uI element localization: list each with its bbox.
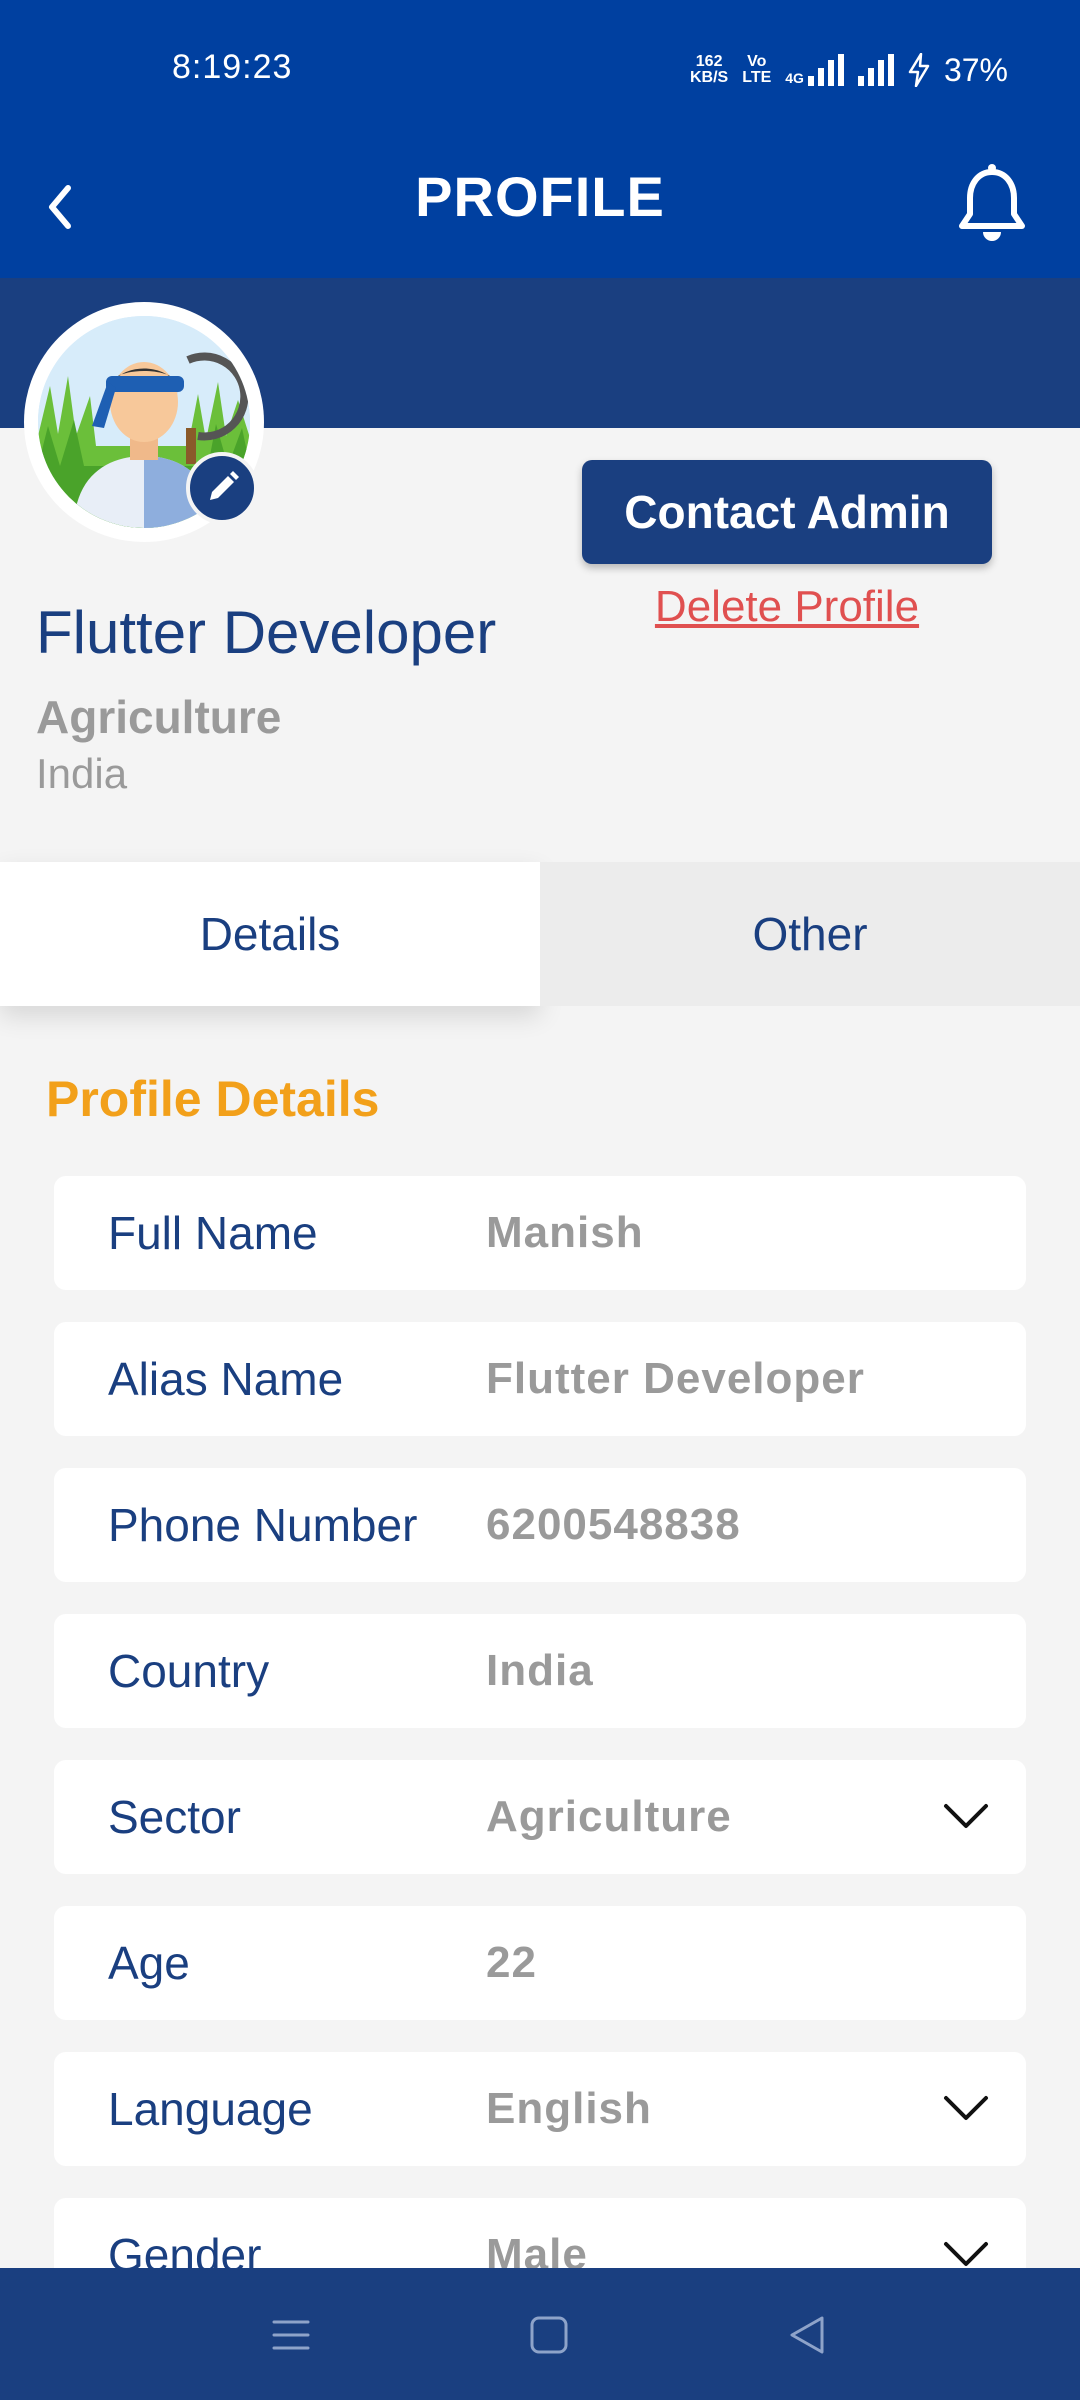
home-button[interactable] <box>524 2310 574 2360</box>
field-language-dropdown[interactable]: Language English <box>54 2052 1026 2166</box>
field-label: Alias Name <box>108 1353 344 1405</box>
profile-sector: Agriculture <box>36 691 282 743</box>
chevron-down-icon[interactable] <box>942 2088 990 2128</box>
field-value[interactable]: 6200548838 <box>486 1500 741 1550</box>
field-sector-dropdown[interactable]: Sector Agriculture <box>54 1760 1026 1874</box>
section-title: Profile Details <box>46 1071 380 1127</box>
notifications-button[interactable] <box>952 160 1032 250</box>
field-value[interactable]: Flutter Developer <box>486 1354 865 1404</box>
tab-details[interactable]: Details <box>0 862 540 1006</box>
charging-icon <box>908 53 930 87</box>
status-icons: 162 KB/S Vo LTE 4G 37% <box>690 50 1008 90</box>
signal-bars-icon <box>857 54 894 86</box>
back-triangle-icon <box>790 2316 824 2354</box>
recents-button[interactable] <box>266 2310 316 2360</box>
field-value[interactable]: 22 <box>486 1938 537 1988</box>
field-age[interactable]: Age 22 <box>54 1906 1026 2020</box>
field-label: Age <box>108 1937 190 1989</box>
network-speed-unit: KB/S <box>690 69 729 86</box>
field-full-name[interactable]: Full Name Manish <box>54 1176 1026 1290</box>
field-alias-name[interactable]: Alias Name Flutter Developer <box>54 1322 1026 1436</box>
network-type-label: 4G <box>785 70 804 86</box>
field-country[interactable]: Country India <box>54 1614 1026 1728</box>
status-time: 8:19:23 <box>172 48 293 86</box>
field-value[interactable]: English <box>486 2084 652 2134</box>
field-value[interactable]: India <box>486 1646 594 1696</box>
field-label: Phone Number <box>108 1499 418 1551</box>
system-nav-bar <box>0 2268 1080 2400</box>
page-title: PROFILE <box>415 165 665 228</box>
signal-4g-icon: 4G <box>785 54 844 86</box>
battery-percent: 37% <box>943 51 1008 88</box>
system-back-button[interactable] <box>782 2310 832 2360</box>
home-square-icon <box>530 2316 568 2354</box>
network-speed-value: 162 <box>695 53 723 70</box>
field-value[interactable]: Agriculture <box>486 1792 732 1842</box>
volte-top: Vo <box>747 53 767 70</box>
bell-icon <box>959 164 1025 241</box>
profile-name: Flutter Developer <box>36 599 497 666</box>
edit-avatar-button[interactable] <box>186 452 258 524</box>
field-label: Sector <box>108 1791 241 1843</box>
field-label: Full Name <box>108 1207 318 1259</box>
contact-admin-button[interactable]: Contact Admin <box>582 460 992 564</box>
volte-indicator: Vo LTE <box>742 54 771 86</box>
pencil-icon <box>210 471 239 500</box>
status-bar: 8:19:23 162 KB/S Vo LTE 4G 37% <box>0 0 1080 140</box>
field-label: Language <box>108 2083 313 2135</box>
field-label: Country <box>108 1645 270 1697</box>
tab-other[interactable]: Other <box>540 862 1080 1006</box>
delete-profile-link[interactable]: Delete Profile <box>582 582 992 632</box>
profile-fields-list: Full Name Manish Alias Name Flutter Deve… <box>54 1176 1026 2344</box>
chevron-down-icon[interactable] <box>942 1796 990 1836</box>
network-speed: 162 KB/S <box>690 54 728 86</box>
menu-icon <box>272 2320 310 2350</box>
field-value[interactable]: Manish <box>486 1208 644 1258</box>
tab-bar: Details Other <box>0 862 1080 1006</box>
field-phone-number[interactable]: Phone Number 6200548838 <box>54 1468 1026 1582</box>
app-bar: PROFILE <box>0 140 1080 278</box>
profile-country: India <box>36 750 128 797</box>
volte-bottom: LTE <box>742 69 772 86</box>
